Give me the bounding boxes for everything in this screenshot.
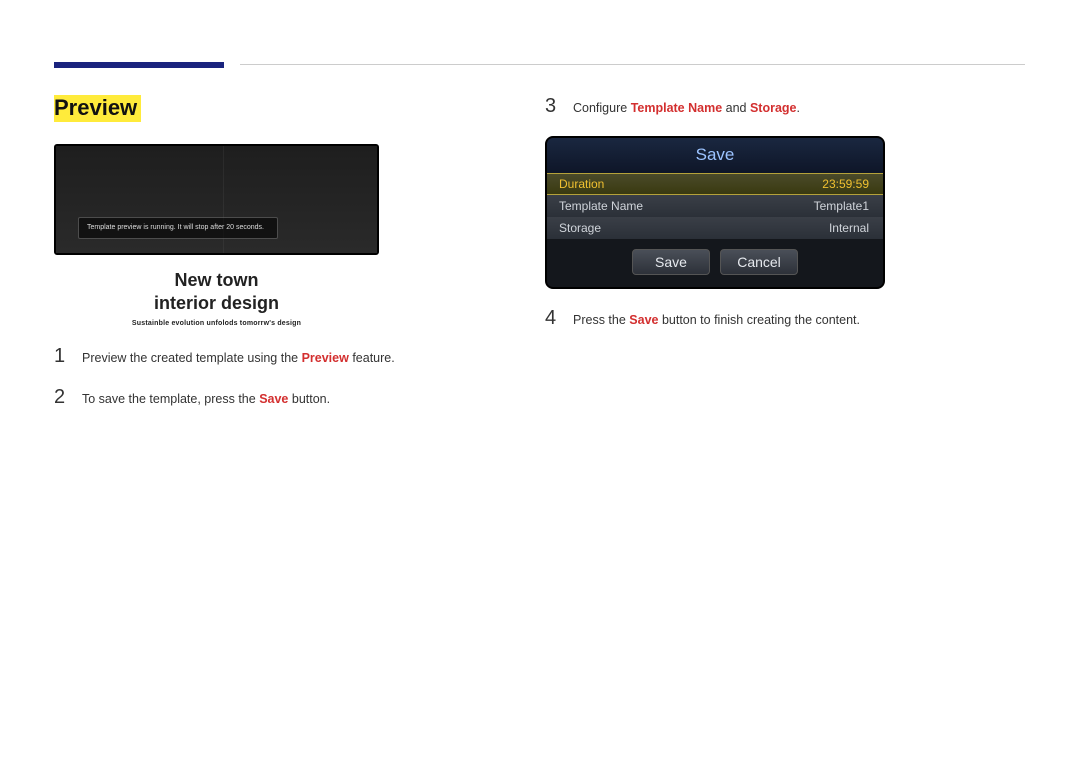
right-column: 3 Configure Template Name and Storage. S… <box>545 95 1025 330</box>
section-title: Preview <box>54 95 141 122</box>
save-row-value: Internal <box>829 221 869 235</box>
preview-toast: Template preview is running. It will sto… <box>78 217 278 239</box>
step-text-highlight: Save <box>629 313 658 327</box>
preview-caption: New town interior design Sustainble evol… <box>54 269 379 327</box>
step-text-post: button to finish creating the content. <box>658 313 860 327</box>
save-dialog-title: Save <box>547 138 883 173</box>
step-text-pre: To save the template, press the <box>82 392 259 406</box>
step-text-pre: Preview the created template using the <box>82 351 302 365</box>
save-row-label: Storage <box>559 221 601 235</box>
step-text: Configure Template Name and Storage. <box>573 95 800 118</box>
step-number: 2 <box>54 386 68 409</box>
save-row-storage[interactable]: Storage Internal <box>547 217 883 239</box>
step-3: 3 Configure Template Name and Storage. <box>545 95 1025 118</box>
save-button[interactable]: Save <box>632 249 710 275</box>
step-number: 3 <box>545 95 559 118</box>
save-row-label: Duration <box>559 177 604 191</box>
step-2: 2 To save the template, press the Save b… <box>54 386 489 409</box>
header-accent-bar <box>54 62 224 68</box>
step-number: 1 <box>54 345 68 368</box>
step-text-mid: and <box>722 101 750 115</box>
save-row-template-name[interactable]: Template Name Template1 <box>547 195 883 217</box>
step-text-pre: Configure <box>573 101 631 115</box>
preview-screen: Template preview is running. It will sto… <box>56 146 377 253</box>
left-column: Preview Template preview is running. It … <box>54 95 489 409</box>
preview-monitor: Template preview is running. It will sto… <box>54 144 379 327</box>
step-number: 4 <box>545 307 559 330</box>
step-text-pre: Press the <box>573 313 629 327</box>
save-row-value: Template1 <box>814 199 869 213</box>
header-rule <box>240 64 1025 65</box>
step-text-highlight: Template Name <box>631 101 722 115</box>
step-text: Preview the created template using the P… <box>82 345 395 368</box>
step-4: 4 Press the Save button to finish creati… <box>545 307 1025 330</box>
step-text-highlight-2: Storage <box>750 101 797 115</box>
save-dialog: Save Duration 23:59:59 Template Name Tem… <box>545 136 885 289</box>
save-row-value: 23:59:59 <box>822 177 869 191</box>
caption-line-2: interior design <box>54 292 379 315</box>
step-1: 1 Preview the created template using the… <box>54 345 489 368</box>
caption-sub: Sustainble evolution unfolods tomorrw's … <box>54 320 379 327</box>
step-text: Press the Save button to finish creating… <box>573 307 860 330</box>
step-text-post: button. <box>288 392 330 406</box>
save-row-label: Template Name <box>559 199 643 213</box>
save-row-duration[interactable]: Duration 23:59:59 <box>547 173 883 195</box>
step-text-post: . <box>797 101 800 115</box>
step-text: To save the template, press the Save but… <box>82 386 330 409</box>
cancel-button[interactable]: Cancel <box>720 249 798 275</box>
caption-line-1: New town <box>54 269 379 292</box>
preview-screen-frame: Template preview is running. It will sto… <box>54 144 379 255</box>
save-dialog-buttons: Save Cancel <box>547 239 883 287</box>
step-text-highlight: Save <box>259 392 288 406</box>
step-text-post: feature. <box>349 351 395 365</box>
step-text-highlight: Preview <box>302 351 349 365</box>
